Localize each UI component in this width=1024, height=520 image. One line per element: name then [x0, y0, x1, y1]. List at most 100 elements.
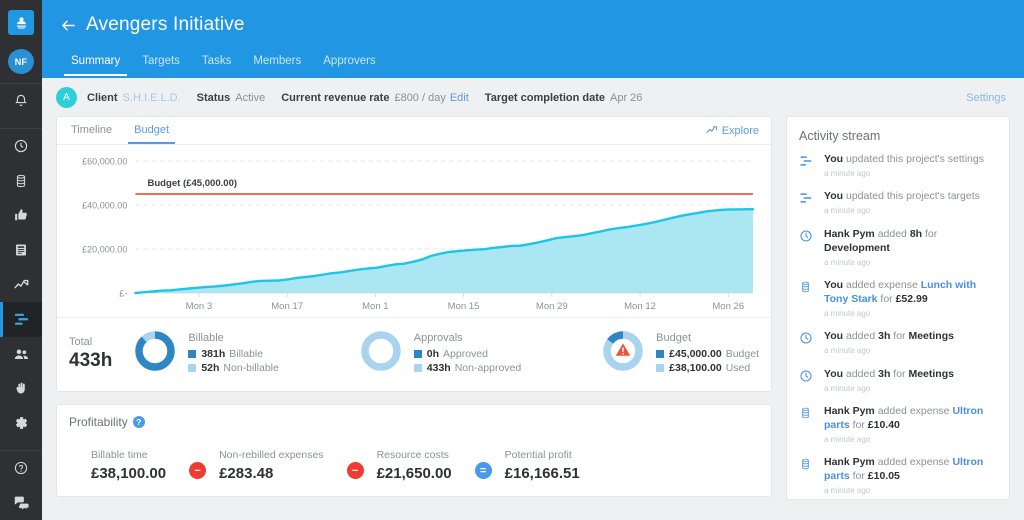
thumbs-up-icon: [13, 207, 29, 223]
expense-icon: [799, 405, 817, 445]
legend-value: 52h: [201, 361, 220, 374]
sidebar-item-time[interactable]: [0, 129, 42, 164]
project-info-bar: A Client S.H.I.E.L.D. Status Active Curr…: [42, 78, 1024, 116]
legend-item: 52h Non-billable: [188, 362, 279, 374]
clock-icon: [799, 330, 817, 356]
activity-item: Hank Pym added expense Ultron parts for …: [799, 456, 997, 496]
sidebar-item-notifications[interactable]: [0, 84, 42, 119]
svg-text:£40,000.00: £40,000.00: [82, 201, 127, 211]
legend-label: Non-approved: [454, 361, 522, 374]
activity-strong: Meetings: [908, 367, 954, 380]
activity-strong: You: [824, 330, 844, 343]
legend-swatch: [413, 363, 422, 372]
item-label: Billable time: [91, 449, 148, 461]
activity-stream-title: Activity stream: [799, 129, 881, 143]
activity-item: You added expense Lunch with Tony Stark …: [799, 279, 997, 319]
activity-text: You added expense Lunch with Tony Stark …: [824, 279, 997, 319]
activity-timestamp: a minute ago: [824, 308, 871, 318]
legend-swatch: [188, 349, 197, 358]
legend-label: Used: [725, 361, 751, 374]
tab-members[interactable]: Members: [242, 55, 312, 76]
tab-tasks[interactable]: Tasks: [191, 55, 242, 76]
warning-triangle-icon: [615, 343, 631, 356]
sidebar-item-settings[interactable]: [0, 406, 42, 441]
activity-text: You added 3h for Meetings a minute ago: [824, 330, 954, 356]
activity-strong: You: [824, 367, 844, 380]
item-value: £38,100.00: [91, 465, 167, 482]
activity-text: You added 3h for Meetings a minute ago: [824, 368, 954, 394]
sidebar-item-leave[interactable]: [0, 371, 42, 406]
activity-strong: Meetings: [908, 330, 954, 343]
approvals-donut: [358, 328, 404, 379]
svg-text:£-: £-: [119, 289, 127, 299]
left-column: Timeline Budget Explore £60,000.00 £40,0…: [56, 116, 772, 497]
svg-text:Mon 1: Mon 1: [362, 301, 389, 312]
chart-tabs: Timeline Budget Explore: [57, 117, 771, 145]
item-value: £16,166.51: [504, 465, 580, 482]
activity-text: Hank Pym added expense Ultron parts for …: [824, 405, 997, 445]
client-value[interactable]: S.H.I.E.L.D.: [123, 92, 181, 104]
revenue-rate-value: £800 / day: [394, 91, 446, 104]
target-date-label: Target completion date: [484, 91, 605, 104]
activity-plain: added: [843, 367, 879, 380]
tab-summary[interactable]: Summary: [60, 55, 131, 76]
chart-line-icon: [13, 276, 30, 293]
activity-item: You updated this project's settings a min…: [799, 153, 997, 179]
header-tabs: Summary Targets Tasks Members Approvers: [42, 42, 1024, 76]
target-date-value: Apr 26: [610, 91, 643, 104]
chart-tab-budget[interactable]: Budget: [128, 118, 175, 144]
tab-targets[interactable]: Targets: [131, 55, 191, 76]
activity-timestamp: a minute ago: [824, 346, 871, 356]
activity-stream-card: Activity stream You updated this project…: [786, 116, 1010, 500]
tab-approvers[interactable]: Approvers: [312, 55, 386, 76]
arrow-left-icon[interactable]: [60, 18, 77, 33]
sidebar-item-approvals[interactable]: [0, 198, 42, 233]
status-value: Active: [235, 91, 266, 104]
legend-item: 381h Billable: [188, 348, 279, 360]
item-label: Non-rebilled expenses: [219, 449, 324, 461]
question-mark-icon[interactable]: ?: [132, 416, 145, 428]
status-label: Status: [196, 91, 231, 104]
activity-strong: Hank Pym: [824, 227, 875, 240]
legend-item: £45,000.00 Budget: [656, 348, 759, 360]
sidebar-item-expenses[interactable]: [0, 163, 42, 198]
activity-timestamp: a minute ago: [824, 383, 871, 393]
sidebar-item-help[interactable]: [0, 451, 42, 486]
sidebar-item-people[interactable]: [0, 337, 42, 372]
profitability-row: Billable time £38,100.00 − Non-rebilled …: [69, 449, 759, 482]
sidebar-item-projects[interactable]: [0, 302, 42, 337]
activity-text: Hank Pym added 8h for Development a minut…: [824, 228, 997, 268]
projects-icon: [13, 312, 30, 327]
sidebar-item-chat[interactable]: [0, 485, 42, 520]
explore-button[interactable]: Explore: [706, 124, 759, 138]
edit-revenue-link[interactable]: Edit: [450, 92, 469, 104]
activity-timestamp: a minute ago: [824, 486, 871, 496]
svg-text:Mon 15: Mon 15: [448, 301, 480, 312]
budget-chart-svg: £60,000.00 £40,000.00 £20,000.00 £- Budget (…: [82, 157, 755, 312]
chart-tab-timeline[interactable]: Timeline: [69, 118, 114, 143]
gear-icon: [13, 415, 29, 431]
avatar-initials: NF: [14, 56, 28, 67]
app-logo-icon[interactable]: [8, 10, 34, 36]
activity-strong: £10.40: [867, 419, 900, 432]
activity-strong: You: [824, 279, 844, 292]
activity-item: You updated this project's targets a minu…: [799, 190, 997, 216]
profitability-item: Potential profit £16,166.51: [505, 449, 580, 482]
budget-chart[interactable]: £60,000.00 £40,000.00 £20,000.00 £- Budget (…: [57, 145, 771, 317]
sidebar-item-reports[interactable]: [0, 233, 42, 268]
legend-item: 0h Approved: [413, 348, 521, 360]
page-header: Avengers Initiative Summary Targets Task…: [42, 0, 1024, 78]
equals-operator-icon: =: [474, 462, 492, 479]
legend-swatch: [188, 363, 197, 372]
item-label: Potential profit: [504, 449, 572, 461]
project-avatar-letter: A: [63, 92, 70, 103]
activity-strong: You: [824, 153, 844, 165]
activity-plain: updated this project's targets: [843, 190, 980, 203]
svg-text:£20,000.00: £20,000.00: [82, 245, 127, 255]
people-icon: [13, 346, 30, 363]
settings-link[interactable]: Settings: [966, 92, 1010, 104]
user-avatar[interactable]: NF: [8, 49, 34, 75]
profitability-item: Resource costs £21,650.00: [377, 449, 452, 482]
sidebar-item-analytics[interactable]: [0, 267, 42, 302]
right-column: Activity stream You updated this project…: [786, 116, 1010, 500]
